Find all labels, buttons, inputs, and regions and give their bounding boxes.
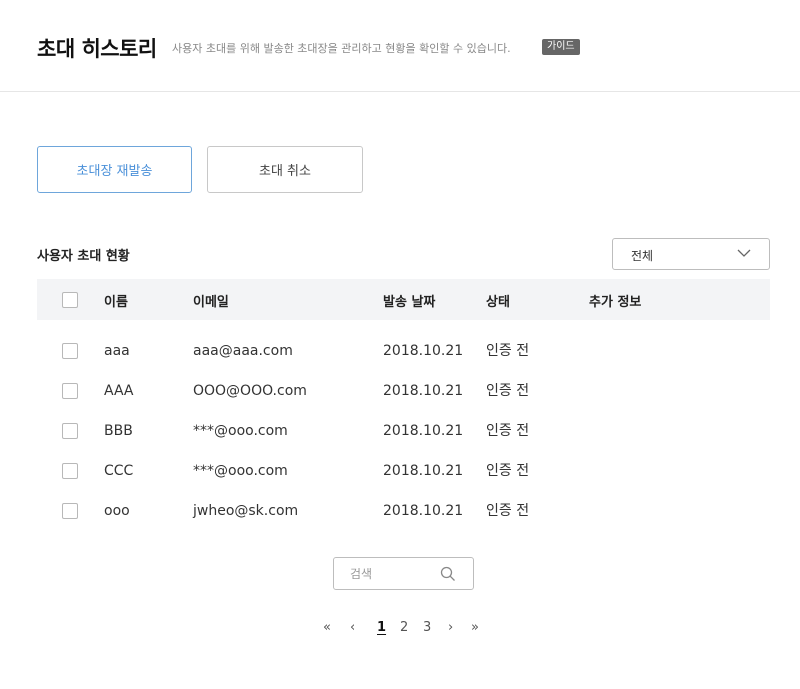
column-header-name: 이름 [104,295,128,310]
search-input[interactable] [350,565,440,583]
row-name: AAA [104,383,134,399]
row-email: jwheo@sk.com [193,503,299,519]
row-checkbox[interactable] [62,343,78,359]
row-email: ***@ooo.com [193,423,288,439]
row-name: CCC [104,463,134,479]
resend-invite-button[interactable]: 초대장 재발송 [37,146,192,193]
page-header: 초대 히스토리 사용자 초대를 위해 발송한 초대장을 관리하고 현황을 확인할… [0,0,800,92]
row-status: 인증 전 [486,503,530,519]
column-header-status: 상태 [486,295,510,310]
table-row[interactable]: AAA OOO@OOO.com 2018.10.21 인증 전 [37,381,770,421]
first-page-button[interactable]: « [323,620,331,635]
table-row[interactable]: aaa aaa@aaa.com 2018.10.21 인증 전 [37,341,770,381]
cancel-invite-button[interactable]: 초대 취소 [207,146,363,193]
section-title: 사용자 초대 현황 [37,249,130,264]
row-name: ooo [104,503,130,519]
select-all-checkbox[interactable] [62,292,78,308]
row-status: 인증 전 [486,423,530,439]
table-row[interactable]: BBB ***@ooo.com 2018.10.21 인증 전 [37,421,770,461]
search-icon[interactable] [440,566,456,582]
row-date: 2018.10.21 [383,343,464,359]
row-checkbox[interactable] [62,383,78,399]
row-status: 인증 전 [486,343,530,359]
page-title: 초대 히스토리 [37,37,157,61]
next-page-button[interactable]: › [448,620,453,635]
row-email: aaa@aaa.com [193,343,293,359]
status-filter-select[interactable]: 전체 [612,238,770,270]
column-header-extra: 추가 정보 [589,295,642,310]
page-1-button[interactable]: 1 [377,620,386,635]
guide-badge[interactable]: 가이드 [542,39,580,55]
search-box [333,557,474,590]
prev-page-button[interactable]: ‹ [350,620,355,635]
row-name: BBB [104,423,133,439]
row-date: 2018.10.21 [383,423,464,439]
page-3-button[interactable]: 3 [423,620,431,635]
row-date: 2018.10.21 [383,463,464,479]
column-header-email: 이메일 [193,295,229,310]
row-checkbox[interactable] [62,503,78,519]
pagination: « ‹ 1 2 3 › » [0,620,800,638]
row-status: 인증 전 [486,383,530,399]
row-date: 2018.10.21 [383,383,464,399]
status-filter-value: 전체 [631,249,654,263]
table-header: 이름 이메일 발송 날짜 상태 추가 정보 [37,279,770,320]
row-status: 인증 전 [486,463,530,479]
table-row[interactable]: ooo jwheo@sk.com 2018.10.21 인증 전 [37,501,770,541]
row-checkbox[interactable] [62,463,78,479]
table-row[interactable]: CCC ***@ooo.com 2018.10.21 인증 전 [37,461,770,501]
row-name: aaa [104,343,130,359]
page-2-button[interactable]: 2 [400,620,408,635]
row-email: OOO@OOO.com [193,383,307,399]
last-page-button[interactable]: » [471,620,479,635]
row-email: ***@ooo.com [193,463,288,479]
row-date: 2018.10.21 [383,503,464,519]
row-checkbox[interactable] [62,423,78,439]
page-subtitle: 사용자 초대를 위해 발송한 초대장을 관리하고 현황을 확인할 수 있습니다. [172,42,511,55]
column-header-date: 발송 날짜 [383,295,436,310]
chevron-down-icon [737,249,751,257]
